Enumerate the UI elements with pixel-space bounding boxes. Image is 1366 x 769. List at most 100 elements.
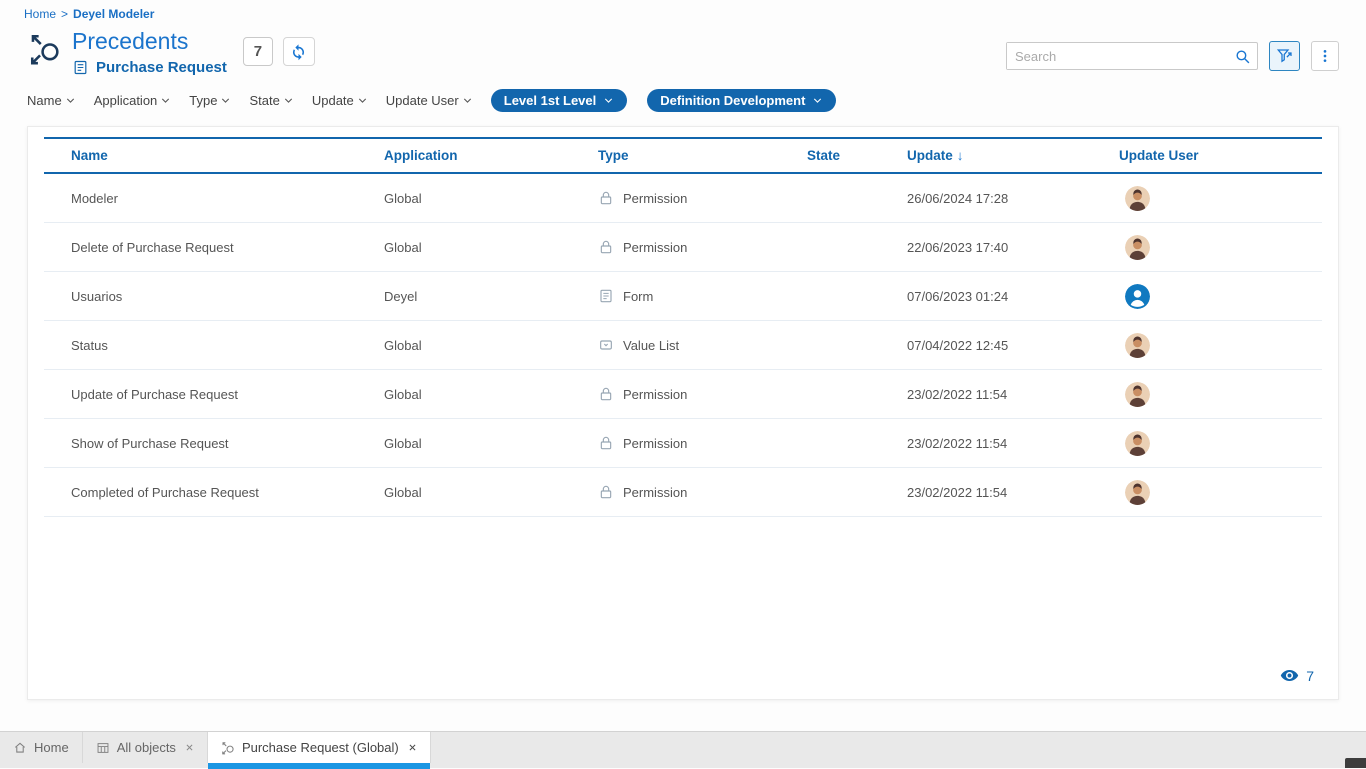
filter-pill-definition[interactable]: Definition Development — [647, 89, 836, 112]
value-list-icon — [598, 337, 614, 353]
page-subtitle: Purchase Request — [96, 59, 227, 76]
row-name: Update of Purchase Request — [71, 387, 384, 402]
user-avatar — [1125, 186, 1150, 211]
toolbar — [1006, 41, 1339, 71]
chevron-down-icon — [462, 95, 473, 106]
table-row[interactable]: Update of Purchase Request Global Permis… — [44, 370, 1322, 419]
row-update: 26/06/2024 17:28 — [907, 191, 1119, 206]
search-box — [1006, 42, 1258, 70]
search-icon — [1234, 48, 1251, 65]
table-row[interactable]: Show of Purchase Request Global Permissi… — [44, 419, 1322, 468]
filter-dropdown-name[interactable]: Name — [27, 93, 76, 108]
deyel-user-avatar — [1125, 284, 1150, 309]
row-application: Global — [384, 191, 598, 206]
user-avatar — [1125, 333, 1150, 358]
filter-dropdown-update[interactable]: Update — [312, 93, 368, 108]
row-update: 22/06/2023 17:40 — [907, 240, 1119, 255]
row-type: Form — [623, 289, 653, 304]
search-button[interactable] — [1227, 43, 1257, 69]
breadcrumb-separator: > — [61, 7, 68, 21]
visible-records-footer: 7 — [28, 666, 1338, 699]
row-application: Global — [384, 436, 598, 451]
filter-pill-level[interactable]: Level 1st Level — [491, 89, 628, 112]
user-avatar — [1125, 235, 1150, 260]
form-icon — [598, 288, 614, 304]
chevron-down-icon — [220, 95, 231, 106]
eye-icon — [1280, 666, 1299, 685]
record-count-badge: 7 — [243, 37, 273, 66]
filter-bar: Name Application Type State Update Updat… — [27, 89, 1342, 112]
home-icon — [13, 741, 27, 755]
bottom-tab-bar: Home All objects Purchase Request (Globa… — [0, 731, 1366, 768]
tab-home[interactable]: Home — [0, 732, 83, 763]
breadcrumb-current[interactable]: Deyel Modeler — [73, 7, 154, 21]
row-application: Global — [384, 485, 598, 500]
refresh-button[interactable] — [283, 37, 315, 66]
lock-icon — [598, 386, 614, 402]
row-type: Permission — [623, 240, 687, 255]
column-header-update[interactable]: Update ↓ — [907, 148, 1119, 163]
table-row[interactable]: Status Global Value List 07/04/2022 12:4… — [44, 321, 1322, 370]
row-update: 23/02/2022 11:54 — [907, 387, 1119, 402]
search-input[interactable] — [1007, 43, 1227, 69]
row-type: Permission — [623, 436, 687, 451]
column-header-type[interactable]: Type — [598, 148, 807, 163]
form-icon — [72, 59, 89, 76]
row-type: Permission — [623, 387, 687, 402]
row-update: 23/02/2022 11:54 — [907, 436, 1119, 451]
tab-purchase-request-global[interactable]: Purchase Request (Global) — [208, 732, 431, 763]
table-row[interactable]: Usuarios Deyel Form 07/06/2023 01:24 — [44, 272, 1322, 321]
precedents-icon — [28, 32, 62, 66]
results-card: Name Application Type State Update ↓ Upd… — [27, 126, 1339, 700]
user-avatar — [1125, 431, 1150, 456]
close-icon[interactable] — [185, 743, 194, 752]
precedents-icon — [221, 741, 235, 755]
sort-desc-icon: ↓ — [957, 148, 964, 163]
filter-dropdown-application[interactable]: Application — [94, 93, 172, 108]
breadcrumb: Home > Deyel Modeler — [0, 0, 1366, 21]
more-options-button[interactable] — [1311, 41, 1339, 71]
row-application: Global — [384, 240, 598, 255]
table-header: Name Application Type State Update ↓ Upd… — [44, 137, 1322, 174]
column-header-name[interactable]: Name — [71, 148, 384, 163]
row-name: Completed of Purchase Request — [71, 485, 384, 500]
table-row[interactable]: Delete of Purchase Request Global Permis… — [44, 223, 1322, 272]
table-row[interactable]: Completed of Purchase Request Global Per… — [44, 468, 1322, 517]
row-update: 23/02/2022 11:54 — [907, 485, 1119, 500]
row-name: Status — [71, 338, 384, 353]
row-update: 07/06/2023 01:24 — [907, 289, 1119, 304]
filter-icon — [1276, 47, 1294, 65]
column-header-update-user[interactable]: Update User — [1119, 148, 1322, 163]
user-avatar — [1125, 480, 1150, 505]
chevron-down-icon — [603, 95, 614, 106]
visible-records-count: 7 — [1306, 668, 1314, 684]
chevron-down-icon — [65, 95, 76, 106]
chevron-down-icon — [357, 95, 368, 106]
page-title: Precedents — [72, 28, 227, 54]
scrollbar-handle[interactable] — [1345, 758, 1366, 768]
row-type: Permission — [623, 485, 687, 500]
kebab-menu-icon — [1317, 48, 1333, 64]
table-row[interactable]: Modeler Global Permission 26/06/2024 17:… — [44, 174, 1322, 223]
filter-button[interactable] — [1269, 41, 1300, 71]
chevron-down-icon — [160, 95, 171, 106]
tab-all-objects[interactable]: All objects — [83, 732, 208, 763]
row-name: Delete of Purchase Request — [71, 240, 384, 255]
row-name: Modeler — [71, 191, 384, 206]
chevron-down-icon — [812, 95, 823, 106]
row-update: 07/04/2022 12:45 — [907, 338, 1119, 353]
filter-dropdown-type[interactable]: Type — [189, 93, 231, 108]
breadcrumb-home-link[interactable]: Home — [24, 7, 56, 21]
column-header-application[interactable]: Application — [384, 148, 598, 163]
user-avatar — [1125, 382, 1150, 407]
column-header-state[interactable]: State — [807, 148, 907, 163]
lock-icon — [598, 484, 614, 500]
row-application: Deyel — [384, 289, 598, 304]
lock-icon — [598, 190, 614, 206]
chevron-down-icon — [283, 95, 294, 106]
filter-dropdown-state[interactable]: State — [249, 93, 293, 108]
close-icon[interactable] — [408, 743, 417, 752]
all-objects-icon — [96, 741, 110, 755]
filter-dropdown-update-user[interactable]: Update User — [386, 93, 473, 108]
row-name: Usuarios — [71, 289, 384, 304]
